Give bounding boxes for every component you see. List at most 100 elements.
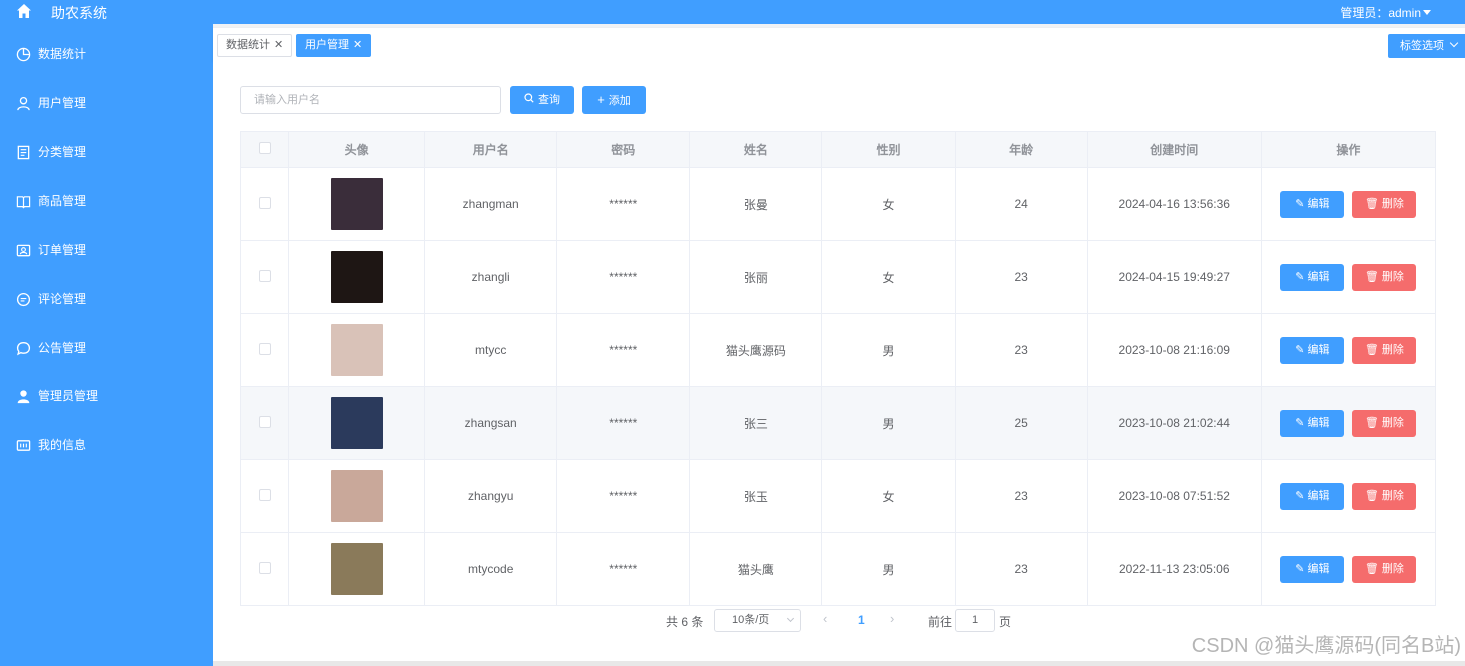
sidebar-item-users[interactable]: 用户管理 [0,78,213,127]
password-cell: ****** [556,313,691,387]
gender-cell: 男 [821,313,956,387]
sidebar-item-orders[interactable]: 订单管理 [0,225,213,274]
sidebar-item-profile[interactable]: 我的信息 [0,420,213,469]
delete-button[interactable]: 🗑 删除 [1352,336,1417,364]
page-number[interactable]: 1 [858,613,865,627]
page-size-select[interactable]: 10条/页 [714,609,801,632]
created-time-cell: 2024-04-15 19:49:27 [1087,240,1262,314]
caret-down-icon[interactable] [1423,10,1431,15]
column-header: 年龄 [955,131,1088,168]
sidebar-item-categories[interactable]: 分类管理 [0,127,213,176]
avatar [330,397,383,449]
row-checkbox[interactable] [258,196,271,209]
trash-icon: 🗑 [1364,489,1382,502]
sidebar-item-label: 公告管理 [38,340,87,355]
edit-label: 编辑 [1307,562,1330,575]
delete-button[interactable]: 🗑 删除 [1352,409,1417,437]
prev-page-icon[interactable]: ‹ [823,611,827,626]
tab-stats[interactable]: 数据统计 ✕ [217,34,293,57]
add-button[interactable]: + 添加 [582,86,646,114]
column-header: 性别 [821,131,956,168]
avatar-cell [288,459,426,533]
sidebar-item-label: 管理员管理 [38,388,99,403]
delete-button[interactable]: 🗑 删除 [1352,190,1417,218]
table-row[interactable]: mtycode ****** 猫头鹰男 23 2022-11-13 23:05:06 ✎ … [240,532,1437,606]
row-checkbox[interactable] [258,488,271,501]
edit-icon: ✎ [1295,489,1308,502]
book-icon [16,195,31,208]
close-icon[interactable]: ✕ [274,39,283,51]
home-icon[interactable] [16,3,32,19]
username-cell: zhangli [424,240,558,314]
page-size-value: 10条/页 [732,614,770,626]
tab-options-button[interactable]: 标签选项 [1388,34,1465,58]
delete-button[interactable]: 🗑 删除 [1352,263,1417,291]
edit-button[interactable]: ✎ 编辑 [1280,190,1345,218]
edit-button[interactable]: ✎ 编辑 [1280,409,1345,437]
add-label: 添加 [608,95,631,107]
sidebar-item-comments[interactable]: 评论管理 [0,274,213,323]
trash-icon: 🗑 [1364,343,1382,356]
row-checkbox[interactable] [258,342,271,355]
sidebar-item-label: 分类管理 [38,144,87,159]
table-row[interactable]: zhangsan ****** 张三男 25 2023-10-08 21:02:44 ✎ … [240,386,1437,460]
edit-button[interactable]: ✎ 编辑 [1280,482,1345,510]
row-select-cell[interactable] [240,313,290,387]
table-row[interactable]: zhangyu ****** 张玉女 23 2023-10-08 07:51:52 ✎ 编… [240,459,1437,533]
edit-label: 编辑 [1307,489,1330,502]
page-label: 页 [999,615,1012,629]
name-cell: 张曼 [689,167,823,241]
row-select-cell[interactable] [240,459,290,533]
sidebar-item-label: 商品管理 [38,193,87,208]
gender-cell: 女 [821,240,956,314]
close-icon[interactable]: ✕ [353,39,362,51]
chevron-down-icon [1449,38,1459,48]
delete-label: 删除 [1381,562,1404,575]
age-cell: 25 [955,386,1088,460]
avatar [330,324,383,376]
query-label: 查询 [538,94,560,106]
name-cell: 张丽 [689,240,823,314]
actions-cell: ✎ 编辑 🗑 删除 [1261,386,1437,460]
column-header: 姓名 [689,131,823,168]
edit-button[interactable]: ✎ 编辑 [1280,555,1345,583]
sidebar-item-notices[interactable]: 公告管理 [0,323,213,372]
row-select-cell[interactable] [240,386,290,460]
row-checkbox[interactable] [258,561,271,574]
table-row[interactable]: zhangman ****** 张曼女 24 2024-04-16 13:56:36 ✎ … [240,167,1437,241]
tab-users[interactable]: 用户管理 ✕ [296,34,372,57]
actions-cell: ✎ 编辑 🗑 删除 [1261,459,1437,533]
delete-button[interactable]: 🗑 删除 [1352,482,1417,510]
column-header: 用户名 [424,131,558,168]
query-button[interactable]: 查询 [510,86,574,114]
user-menu[interactable]: 管理员：admin [1340,4,1421,21]
search-input[interactable] [240,86,501,114]
table-header-row: 头像 用户名 密码 姓名 性别 年龄 创建时间 操作 [240,131,1437,168]
age-cell: 23 [955,532,1088,606]
delete-label: 删除 [1381,343,1404,356]
avatar-cell [288,386,426,460]
row-select-cell[interactable] [240,240,290,314]
select-all-header[interactable] [240,131,290,168]
row-checkbox[interactable] [258,269,271,282]
sidebar-item-label: 用户管理 [38,95,87,110]
delete-label: 删除 [1381,416,1404,429]
next-page-icon[interactable]: › [890,611,894,626]
delete-button[interactable]: 🗑 删除 [1352,555,1417,583]
main-content: 查询 +添加 头像 用户名 密码 姓名 性别 年龄 创建时间 操作 zhangm… [213,61,1465,661]
edit-label: 编辑 [1307,197,1330,210]
row-select-cell[interactable] [240,167,290,241]
goto-page-input[interactable]: 1 [955,609,995,632]
table-row[interactable]: mtycc ****** 猫头鹰源码男 23 2023-10-08 21:16:09 ✎ … [240,313,1437,387]
sidebar-item-admins[interactable]: 管理员管理 [0,371,213,420]
table-row[interactable]: zhangli ****** 张丽女 23 2024-04-15 19:49:27 ✎ 编… [240,240,1437,314]
sidebar-item-goods[interactable]: 商品管理 [0,176,213,225]
row-checkbox[interactable] [258,415,271,428]
sidebar-item-stats[interactable]: 数据统计 [0,29,213,78]
horizontal-scrollbar[interactable] [213,661,1465,666]
edit-icon: ✎ [1295,562,1308,575]
row-select-cell[interactable] [240,532,290,606]
edit-button[interactable]: ✎ 编辑 [1280,336,1345,364]
select-all-checkbox[interactable] [258,142,271,154]
edit-button[interactable]: ✎ 编辑 [1280,263,1345,291]
